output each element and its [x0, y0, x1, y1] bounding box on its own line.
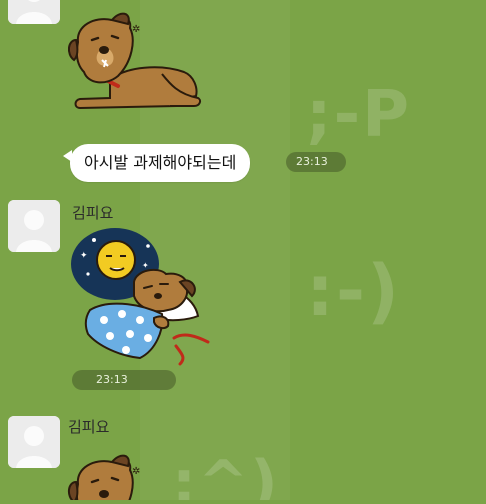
message-text: 아시발 과제해야되는데 [84, 153, 237, 172]
sticker-dog-lying[interactable]: ✲ [66, 10, 206, 118]
svg-text:✲: ✲ [132, 466, 140, 477]
avatar[interactable] [8, 0, 60, 24]
message-bubble[interactable]: 아시발 과제해야되는데 [62, 144, 251, 182]
avatar[interactable] [8, 200, 60, 252]
svg-text:✲: ✲ [132, 24, 140, 35]
svg-text:✦: ✦ [80, 251, 88, 261]
sender-name: 김피요 [72, 204, 114, 222]
svg-text:✦: ✦ [142, 261, 149, 270]
background-emoticon: :-) [306, 250, 402, 332]
background-emoticon: ;-P [306, 78, 412, 152]
message-time: 23:13 [72, 370, 176, 390]
sticker-dog-lying[interactable]: ✲ [66, 452, 206, 504]
message-time: 23:13 [286, 152, 346, 172]
avatar[interactable] [8, 416, 60, 468]
sticker-dog-sleeping[interactable]: ✦ ✦ [70, 226, 210, 370]
sender-name: 김피요 [68, 418, 110, 436]
